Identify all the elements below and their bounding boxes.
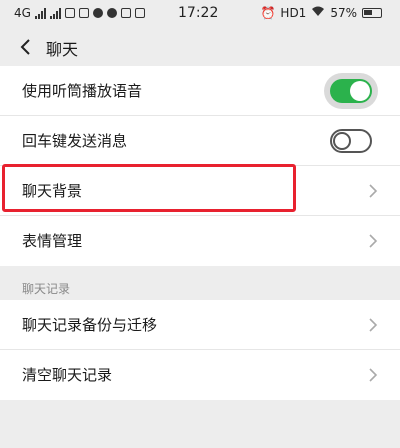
earpiece-label: 使用听筒播放语音: [22, 82, 143, 100]
clear-history-row[interactable]: 清空聊天记录: [0, 350, 400, 400]
section-title-chat-history: 聊天记录: [22, 282, 71, 296]
wifi-icon: [311, 6, 325, 20]
back-arrow-icon[interactable]: [16, 36, 36, 58]
status-left: 4G: [14, 6, 145, 20]
backup-migrate-row[interactable]: 聊天记录备份与迁移: [0, 300, 400, 350]
chat-background-row[interactable]: 聊天背景: [0, 166, 400, 216]
status-bar: 4G 17:22 ⏰ HD1 57%: [0, 0, 400, 28]
chat-history-group: 聊天记录备份与迁移 清空聊天记录: [0, 300, 400, 400]
signal-icon: [34, 7, 46, 19]
empty-area: [0, 400, 400, 448]
clock: 17:22: [178, 5, 219, 21]
video-icon: [78, 8, 89, 18]
status-right: ⏰ HD1 57%: [260, 6, 382, 20]
clear-history-label: 清空聊天记录: [22, 366, 113, 384]
network-type: 4G: [14, 6, 31, 20]
earpiece-row: 使用听筒播放语音: [0, 66, 400, 116]
notification-icon: [120, 8, 131, 18]
emoji-management-label: 表情管理: [22, 232, 83, 250]
chat-background-label: 聊天背景: [22, 182, 83, 200]
enter-send-toggle[interactable]: [330, 129, 372, 153]
chevron-right-icon: [369, 184, 378, 198]
signal-2-icon: [49, 7, 61, 19]
battery-text: 57%: [330, 6, 357, 20]
chevron-right-icon: [369, 234, 378, 248]
notification-2-icon: [134, 8, 145, 18]
photo-icon: [64, 8, 75, 18]
enter-send-row: 回车键发送消息: [0, 116, 400, 166]
toggle-knob: [350, 81, 370, 101]
app-icon: [92, 8, 103, 18]
page-title: 聊天: [46, 40, 79, 59]
hd-indicator: HD1: [280, 6, 307, 20]
battery-icon: [362, 8, 382, 18]
app-2-icon: [106, 8, 117, 18]
nav-bar: 聊天: [0, 28, 400, 66]
chat-settings-group: 使用听筒播放语音 回车键发送消息 聊天背景 表情管理: [0, 66, 400, 266]
enter-send-label: 回车键发送消息: [22, 132, 128, 150]
earpiece-toggle[interactable]: [330, 79, 372, 103]
chevron-right-icon: [369, 318, 378, 332]
emoji-management-row[interactable]: 表情管理: [0, 216, 400, 266]
backup-migrate-label: 聊天记录备份与迁移: [22, 316, 158, 334]
chevron-right-icon: [369, 368, 378, 382]
alarm-icon: ⏰: [260, 6, 276, 20]
toggle-knob: [333, 132, 351, 150]
